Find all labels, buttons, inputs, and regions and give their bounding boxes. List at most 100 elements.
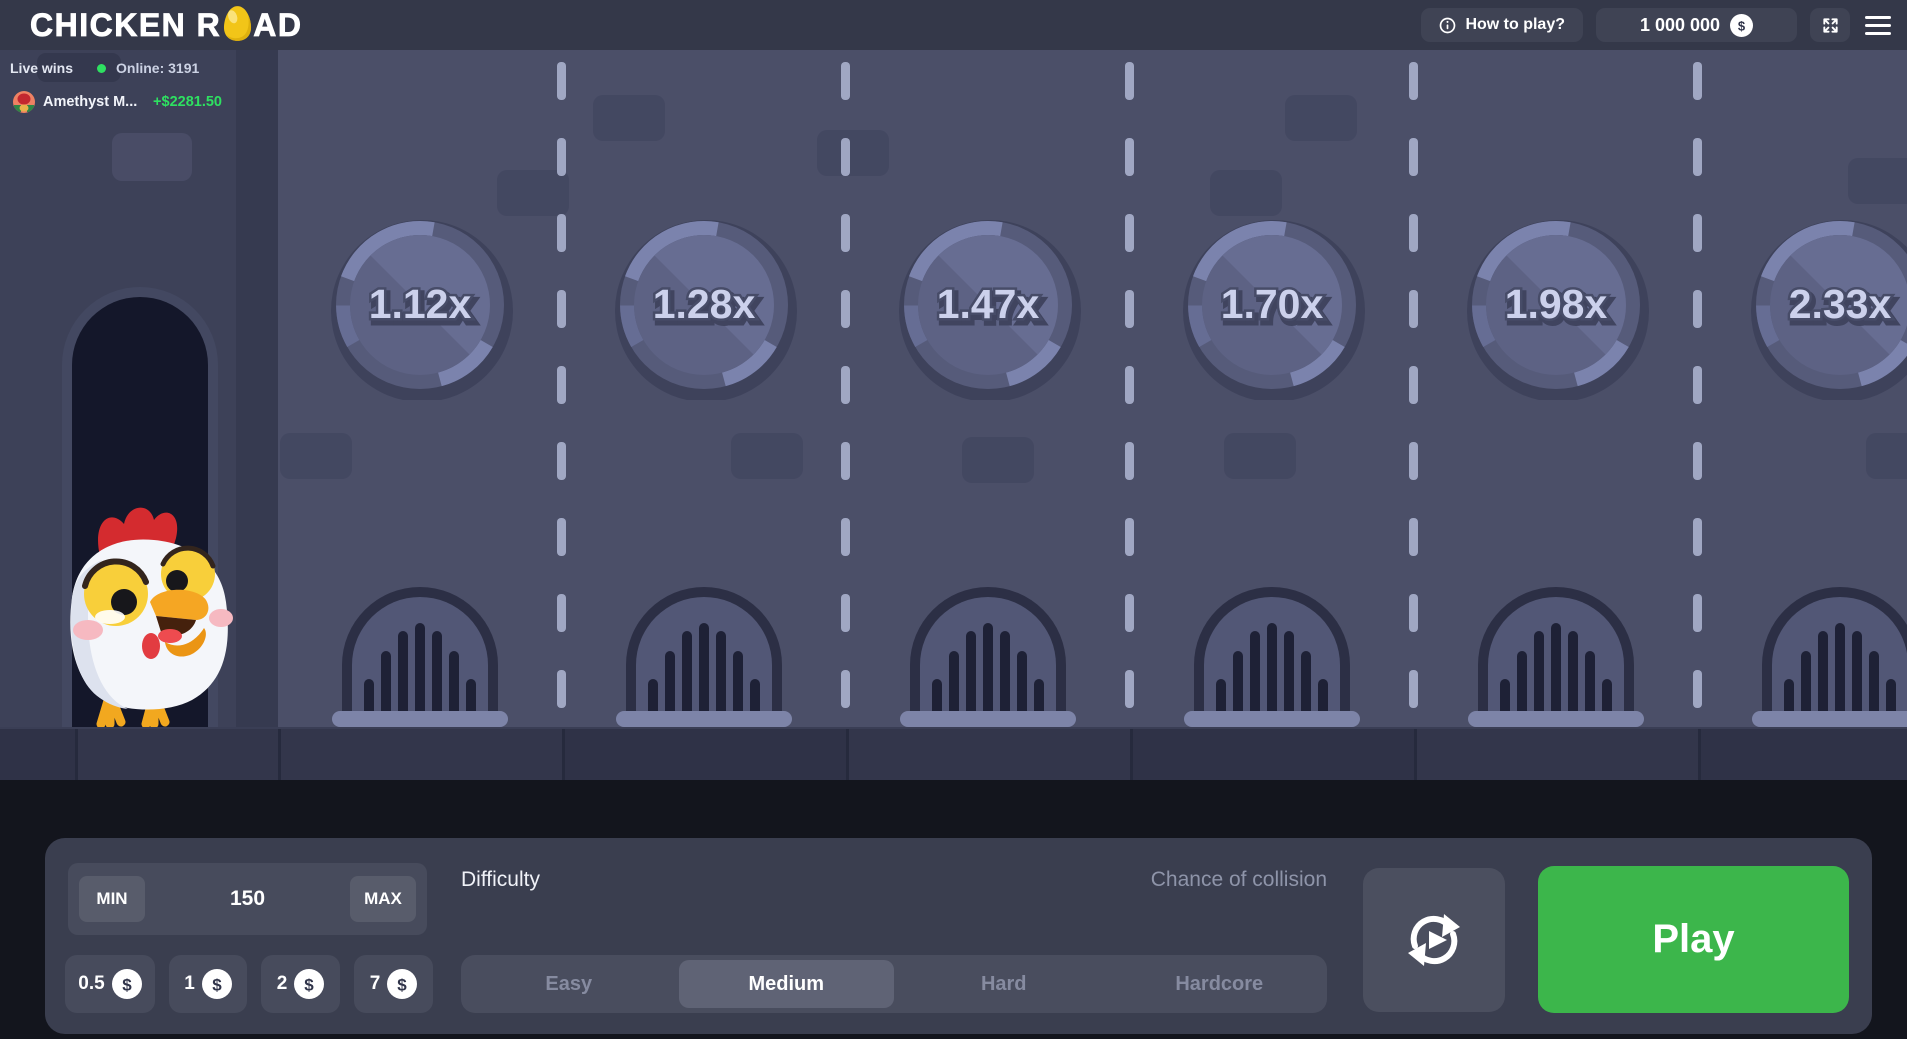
road-brick xyxy=(280,433,352,479)
svg-text:1.47x: 1.47x xyxy=(937,281,1040,327)
app-logo: CHICKEN RAD xyxy=(30,0,303,50)
info-icon xyxy=(1439,17,1456,34)
sewer-grate xyxy=(910,587,1066,727)
road-brick xyxy=(731,433,803,479)
svg-text:$: $ xyxy=(1738,18,1746,33)
difficulty-tab-easy[interactable]: Easy xyxy=(461,955,677,1013)
fullscreen-icon xyxy=(1821,16,1840,35)
win-amount: +$2281.50 xyxy=(153,94,222,110)
sewer-grate xyxy=(626,587,782,727)
road-brick xyxy=(1224,433,1296,479)
sewer-grate xyxy=(342,587,498,727)
quick-bet-button-2[interactable]: 2 $ xyxy=(261,955,340,1013)
fullscreen-button[interactable] xyxy=(1810,8,1850,42)
svg-text:1.12x: 1.12x xyxy=(369,281,472,327)
multiplier-coin: 1.28x 1.28x xyxy=(609,210,799,405)
road-brick xyxy=(1285,95,1357,141)
how-to-play-label: How to play? xyxy=(1465,16,1565,34)
dollar-coin-icon: $ xyxy=(202,969,232,999)
svg-text:$: $ xyxy=(212,976,222,995)
quick-bet-value: 1 xyxy=(184,973,195,995)
svg-text:$: $ xyxy=(305,976,315,995)
player-avatar xyxy=(13,91,35,113)
balance-value: 1 000 000 xyxy=(1640,15,1720,36)
multiplier-coin: 1.98x 1.98x xyxy=(1461,210,1651,405)
grate-ledge xyxy=(1184,711,1360,727)
road-brick xyxy=(817,130,889,176)
quick-bet-value: 2 xyxy=(277,973,288,995)
lane-divider xyxy=(557,62,566,708)
live-wins-bar: Live wins Online: 3191 Amethyst M... +$2… xyxy=(0,50,236,115)
road-brick xyxy=(1848,158,1907,204)
difficulty-label: Difficulty xyxy=(461,868,540,892)
autoplay-button[interactable] xyxy=(1363,868,1505,1012)
quick-bet-button-7[interactable]: 7 $ xyxy=(354,955,433,1013)
menu-button[interactable] xyxy=(1863,12,1893,39)
chicken-character xyxy=(58,502,238,727)
topbar-actions: How to play? 1 000 000 $ xyxy=(1421,8,1893,42)
svg-text:1.70x: 1.70x xyxy=(1221,281,1324,327)
sewer-grate xyxy=(1762,587,1907,727)
quick-bet-button-0.5[interactable]: 0.5 $ xyxy=(65,955,155,1013)
autoplay-icon xyxy=(1400,908,1468,972)
min-bet-button[interactable]: MIN xyxy=(79,876,145,922)
lane-divider xyxy=(841,62,850,708)
online-dot-icon xyxy=(97,64,106,73)
sewer-grate xyxy=(1478,587,1634,727)
how-to-play-button[interactable]: How to play? xyxy=(1421,8,1583,42)
lane-divider xyxy=(1125,62,1134,708)
road-brick xyxy=(593,95,665,141)
play-button[interactable]: Play xyxy=(1538,866,1849,1013)
max-bet-button[interactable]: MAX xyxy=(350,876,416,922)
svg-text:1.98x: 1.98x xyxy=(1505,281,1608,327)
difficulty-tab-medium[interactable]: Medium xyxy=(679,960,895,1008)
road-brick xyxy=(962,437,1034,483)
hamburger-icon xyxy=(1865,16,1891,19)
svg-text:$: $ xyxy=(398,976,408,995)
road-lanes: 1.12x 1.12x 1.28x 1.28x 1.47x 1.47x 1.70… xyxy=(0,50,1907,727)
winner-name: Amethyst M... xyxy=(43,94,137,110)
bet-amount-value[interactable]: 150 xyxy=(145,887,350,911)
control-panel: MIN 150 MAX 0.5 $1 $2 $7 $ Difficulty Ch… xyxy=(45,838,1872,1034)
live-win-entry[interactable]: Amethyst M... +$2281.50 xyxy=(13,89,222,115)
svg-text:1.28x: 1.28x xyxy=(653,281,756,327)
multiplier-coin: 1.12x 1.12x xyxy=(325,210,515,405)
svg-text:$: $ xyxy=(122,976,132,995)
chicken-wattle xyxy=(142,633,160,659)
live-wins-label: Live wins xyxy=(10,60,73,76)
quick-bet-buttons: 0.5 $1 $2 $7 $ xyxy=(65,955,433,1013)
dollar-coin-icon: $ xyxy=(112,969,142,999)
quick-bet-button-1[interactable]: 1 $ xyxy=(169,955,247,1013)
difficulty-tab-hardcore[interactable]: Hardcore xyxy=(1112,955,1328,1013)
sidewalk-band xyxy=(0,727,1907,780)
balance-display: 1 000 000 $ xyxy=(1596,8,1797,42)
online-count: Online: 3191 xyxy=(116,60,199,76)
game-scene: 1.12x 1.12x 1.28x 1.28x 1.47x 1.47x 1.70… xyxy=(0,50,1907,727)
difficulty-tab-hard[interactable]: Hard xyxy=(896,955,1112,1013)
collision-label: Chance of collision xyxy=(1151,868,1327,892)
quick-bet-value: 0.5 xyxy=(78,973,104,995)
panel-labels: Difficulty Chance of collision xyxy=(461,868,1327,892)
chicken-road-app: CHICKEN RAD How to play? 1 000 000 $ xyxy=(0,0,1907,1039)
difficulty-tabs: EasyMediumHardHardcore xyxy=(461,955,1327,1013)
lane-divider xyxy=(1409,62,1418,708)
chicken-cheek-right xyxy=(209,609,233,627)
grate-ledge xyxy=(1468,711,1644,727)
logo-text-left: CHICKEN R xyxy=(30,7,221,44)
bet-amount-box: MIN 150 MAX xyxy=(68,863,427,935)
egg-icon xyxy=(223,5,252,42)
multiplier-coin: 1.70x 1.70x xyxy=(1177,210,1367,405)
dollar-coin-icon: $ xyxy=(294,969,324,999)
quick-bet-value: 7 xyxy=(370,973,381,995)
chicken-tongue xyxy=(158,629,182,643)
svg-text:2.33x: 2.33x xyxy=(1789,281,1892,327)
dollar-coin-icon: $ xyxy=(1730,14,1753,37)
grate-ledge xyxy=(900,711,1076,727)
multiplier-coin: 2.33x 2.33x xyxy=(1745,210,1907,405)
sewer-grate xyxy=(1194,587,1350,727)
lane-divider xyxy=(1693,62,1702,708)
top-bar: CHICKEN RAD How to play? 1 000 000 $ xyxy=(0,0,1907,50)
grate-ledge xyxy=(332,711,508,727)
dollar-coin-icon: $ xyxy=(387,969,417,999)
grate-ledge xyxy=(1752,711,1907,727)
